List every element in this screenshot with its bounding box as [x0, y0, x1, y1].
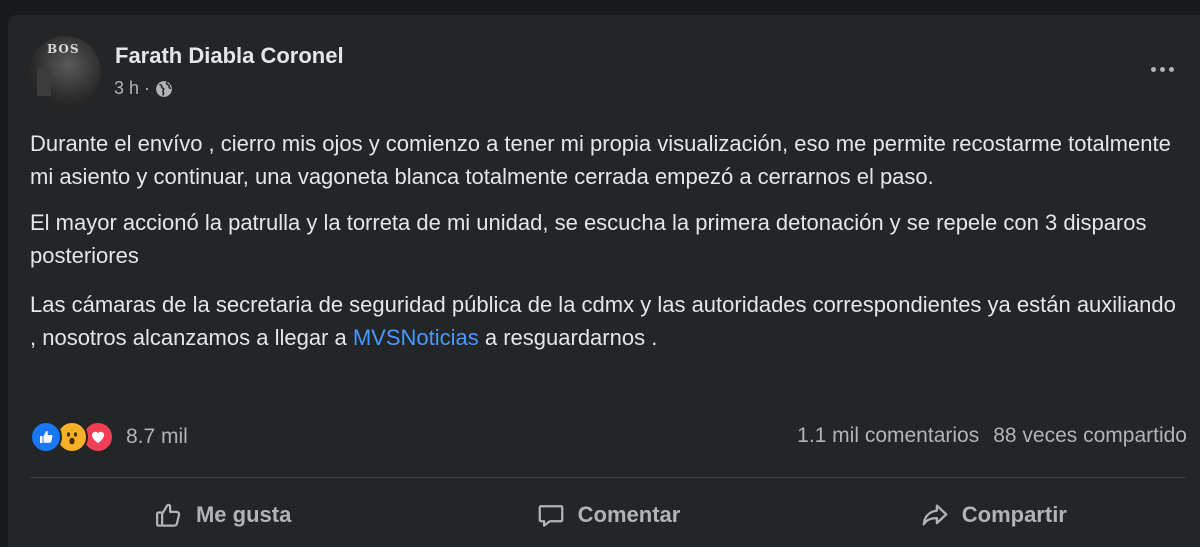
post-paragraph-1: Durante el envívo , cierro mis ojos y co…: [30, 131, 1171, 189]
comment-count[interactable]: 1.1 mil comentarios: [797, 424, 979, 448]
like-reaction-icon: [30, 421, 62, 453]
like-button-label: Me gusta: [195, 502, 292, 527]
reaction-count[interactable]: 8.7 mil: [126, 425, 188, 449]
globe-icon: [155, 80, 173, 98]
avatar-figure: [37, 66, 51, 96]
post-card: BOS Farath Diabla Coronel 3 h · Durante …: [8, 15, 1200, 547]
post-actions: Me gusta Comentar Compartir: [30, 489, 1186, 541]
share-button[interactable]: Compartir: [801, 489, 1186, 541]
share-button-label: Compartir: [961, 502, 1067, 527]
post-stats: 1.1 mil comentarios 88 veces compartido: [797, 424, 1187, 448]
post-meta: 3 h ·: [114, 78, 173, 99]
author-name[interactable]: Farath Diabla Coronel: [115, 43, 344, 69]
share-arrow-icon: [920, 500, 950, 530]
actions-divider: [30, 477, 1186, 478]
more-options-icon[interactable]: [1142, 53, 1182, 85]
comment-icon: [536, 500, 566, 530]
comment-button-label: Comentar: [577, 502, 681, 527]
reactions-summary[interactable]: 8.7 mil: [30, 421, 188, 453]
author-avatar[interactable]: BOS: [29, 36, 101, 108]
post-timestamp[interactable]: 3 h: [114, 78, 139, 99]
meta-separator: ·: [144, 78, 151, 98]
like-button[interactable]: Me gusta: [30, 489, 415, 541]
paragraph-3-text-after: a resguardarnos .: [478, 325, 658, 350]
post-body: Durante el envívo , cierro mis ojos y co…: [30, 127, 1180, 370]
comment-button[interactable]: Comentar: [415, 489, 800, 541]
post-paragraph-3: Las cámaras de la secretaria de segurida…: [30, 288, 1180, 354]
avatar-brand-text: BOS: [47, 42, 80, 56]
thumbs-up-icon: [154, 500, 184, 530]
share-count[interactable]: 88 veces compartido: [993, 424, 1187, 448]
post-paragraph-2: El mayor accionó la patrulla y la torret…: [30, 210, 1147, 268]
mention-link[interactable]: MVSNoticias: [353, 325, 479, 350]
